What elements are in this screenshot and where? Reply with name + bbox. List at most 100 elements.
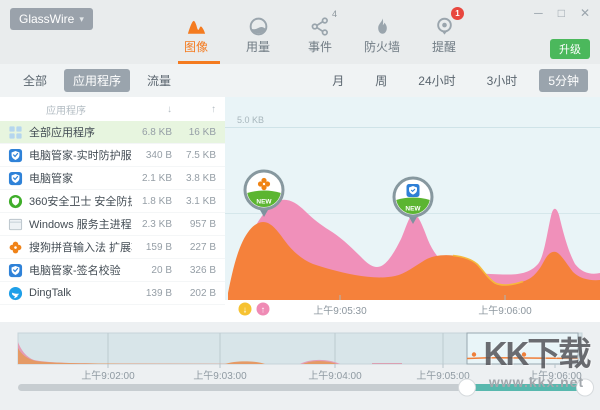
- timeline-tick-label: 上午9:02:00: [81, 369, 135, 382]
- app-name: 全部应用程序: [29, 124, 132, 140]
- app-download: 139 B: [132, 288, 172, 299]
- app-list-header: 应用程序 ↓ ↑: [0, 97, 225, 121]
- usage-icon: [232, 11, 284, 38]
- x-axis-strip: [225, 300, 600, 322]
- nav-tab-label: 图像: [170, 38, 222, 55]
- app-name: 360安全卫士 安全防护中心模块: [29, 193, 132, 209]
- timeline-tick-label: 上午9:03:00: [193, 369, 247, 382]
- legend-upload-toggle[interactable]: ↑: [257, 303, 270, 316]
- range-5min[interactable]: 5分钟: [539, 69, 588, 92]
- 360-safe-icon: [8, 194, 23, 209]
- nav-tab-usage[interactable]: 用量: [232, 11, 284, 55]
- alerts-badge: 1: [451, 7, 464, 20]
- windows-service-icon: [8, 217, 23, 232]
- app-upload: 202 B: [172, 288, 225, 299]
- timeline-tick-label: 上午9:04:00: [308, 369, 362, 382]
- view-tab-all[interactable]: 全部: [14, 69, 56, 92]
- app-name: 电脑管家: [29, 170, 132, 186]
- nav-tab-firewall[interactable]: 防火墙: [356, 11, 408, 55]
- app-download: 2.3 KB: [132, 219, 172, 230]
- traffic-graph[interactable]: 5.0 KB: [225, 97, 600, 322]
- app-name: 电脑管家-签名校验: [29, 262, 132, 278]
- nav-tab-graph[interactable]: 图像: [170, 11, 222, 55]
- app-download: 20 B: [132, 265, 172, 276]
- pc-manager-shield-icon: [8, 263, 23, 278]
- app-row-360-safe[interactable]: 360安全卫士 安全防护中心模块 1.8 KB 3.1 KB: [0, 190, 225, 213]
- app-name: 搜狗拼音输入法 扩展功能管理器: [29, 239, 132, 255]
- view-tabs: 全部 应用程序 流量: [0, 69, 180, 92]
- app-download: 1.8 KB: [132, 196, 172, 207]
- column-header-upload sort-up-icon[interactable]: ↑: [172, 104, 225, 115]
- app-row-dingtalk[interactable]: DingTalk 139 B 202 B: [0, 282, 225, 305]
- nav-tab-label: 用量: [232, 38, 284, 55]
- range-handle-right[interactable]: [577, 379, 594, 396]
- app-name: Windows 服务主进程: [29, 216, 132, 232]
- range-month[interactable]: 月: [323, 69, 353, 92]
- pc-manager-shield-icon: [8, 171, 23, 186]
- nav-tab-label: 事件: [294, 38, 346, 55]
- view-tab-traffic[interactable]: 流量: [138, 69, 180, 92]
- app-name: DingTalk: [29, 287, 132, 299]
- legend-download-toggle[interactable]: ↓: [239, 303, 252, 316]
- app-row-pc-manager-rt[interactable]: 电脑管家-实时防护服务 340 B 7.5 KB: [0, 144, 225, 167]
- selection-traffic-line: [467, 358, 578, 359]
- app-download: 2.1 KB: [132, 173, 172, 184]
- glasswire-window: GlassWire ▾ ─ □ ✕ 图像: [0, 0, 600, 410]
- app-upload: 3.8 KB: [172, 173, 225, 184]
- pc-manager-shield-icon: [407, 184, 420, 197]
- column-header-apps[interactable]: 应用程序: [0, 102, 132, 117]
- x-tick-label: 上午9:06:00: [478, 304, 532, 317]
- chevron-down-icon: ▾: [79, 14, 84, 25]
- app-menu-button[interactable]: GlassWire ▾: [10, 8, 93, 30]
- filter-toolbar: 全部 应用程序 流量 月 周 24小时 3小时 5分钟: [0, 64, 600, 98]
- graph-icon: [170, 11, 222, 38]
- app-row-all-apps[interactable]: 全部应用程序 6.8 KB 16 KB: [0, 121, 225, 144]
- app-download: 340 B: [132, 150, 172, 161]
- titlebar: GlassWire ▾ ─ □ ✕ 图像: [0, 0, 600, 65]
- upgrade-button[interactable]: 升级: [550, 39, 590, 59]
- main-content: 应用程序 ↓ ↑ 全部应用程序 6.8 KB 16 KB 电脑管家-实时防护服务: [0, 97, 600, 322]
- view-tab-apps[interactable]: 应用程序: [64, 69, 130, 92]
- y-axis-label: 5.0 KB: [237, 115, 264, 125]
- close-button[interactable]: ✕: [580, 6, 590, 20]
- nav-tab-label: 提醒: [418, 38, 470, 55]
- dingtalk-icon: [8, 286, 23, 301]
- event-dot: [522, 352, 526, 356]
- timeline-tick-label: 上午9:06:00: [528, 369, 582, 382]
- events-icon: [294, 11, 346, 38]
- range-week[interactable]: 周: [366, 69, 396, 92]
- column-header-download sort-down-icon[interactable]: ↓: [132, 104, 172, 115]
- firewall-icon: [356, 11, 408, 38]
- nav-tab-label: 防火墙: [356, 38, 408, 55]
- timeline-scrollbar-range[interactable]: [467, 384, 587, 391]
- main-nav: 图像 用量 4 事件: [170, 11, 470, 55]
- nav-tab-alerts[interactable]: 1 提醒: [418, 11, 470, 55]
- minimize-button[interactable]: ─: [534, 6, 543, 20]
- app-upload: 3.1 KB: [172, 196, 225, 207]
- range-3h[interactable]: 3小时: [478, 69, 527, 92]
- app-menu-label: GlassWire: [19, 12, 74, 26]
- events-count-superscript: 4: [332, 9, 337, 19]
- timeline-selection-window[interactable]: [467, 333, 578, 364]
- app-download: 159 B: [132, 242, 172, 253]
- nav-tab-events[interactable]: 4 事件: [294, 11, 346, 55]
- app-row-windows-service[interactable]: Windows 服务主进程 2.3 KB 957 B: [0, 213, 225, 236]
- range-24h[interactable]: 24小时: [409, 69, 464, 92]
- app-row-pc-manager[interactable]: 电脑管家 2.1 KB 3.8 KB: [0, 167, 225, 190]
- app-upload: 16 KB: [172, 127, 225, 138]
- app-row-sogou[interactable]: 搜狗拼音输入法 扩展功能管理器 159 B 227 B: [0, 236, 225, 259]
- x-tick-label: 上午9:05:30: [313, 304, 367, 317]
- new-badge: NEW: [405, 206, 421, 213]
- download-arrow-icon: ↓: [243, 305, 248, 315]
- app-upload: 957 B: [172, 219, 225, 230]
- maximize-button[interactable]: □: [558, 6, 565, 20]
- range-handle-left[interactable]: [459, 379, 476, 396]
- sogou-pinyin-icon: [8, 240, 23, 255]
- app-list: 应用程序 ↓ ↑ 全部应用程序 6.8 KB 16 KB 电脑管家-实时防护服务: [0, 97, 225, 322]
- timeline-scrubber: 上午9:02:00 上午9:03:00 上午9:04:00 上午9:05:00 …: [0, 332, 600, 398]
- timeline-bump: [372, 363, 402, 364]
- all-apps-icon: [8, 125, 23, 140]
- app-row-pc-manager-sign[interactable]: 电脑管家-签名校验 20 B 326 B: [0, 259, 225, 282]
- app-upload: 227 B: [172, 242, 225, 253]
- app-upload: 7.5 KB: [172, 150, 225, 161]
